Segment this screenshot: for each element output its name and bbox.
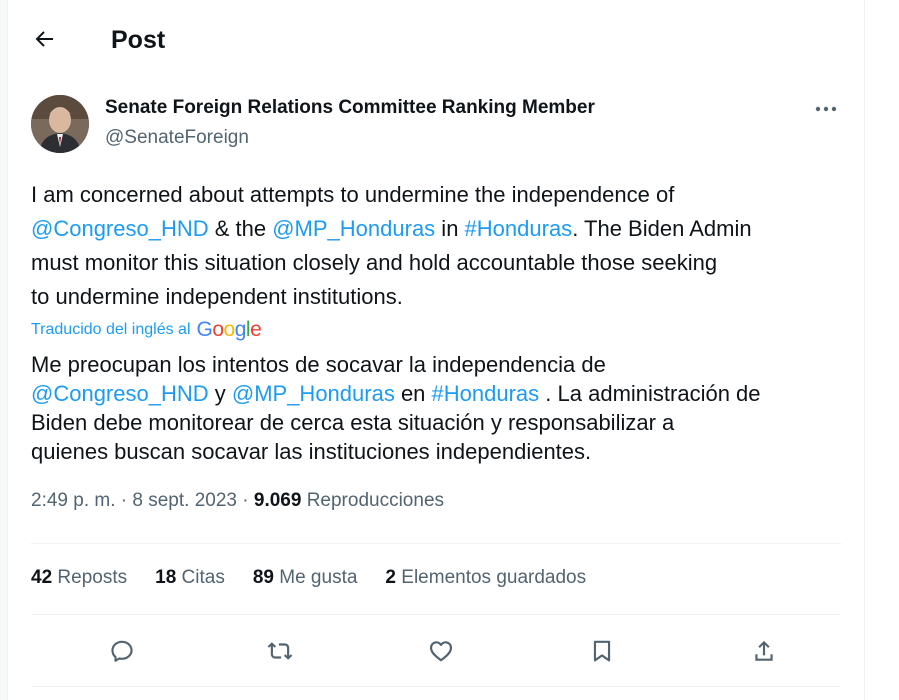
- translated-text-segment: . La administración de: [539, 381, 761, 406]
- tweet-line: @Congreso_HND & the @MP_Honduras in #Hon…: [31, 212, 841, 246]
- google-logo: Google: [196, 318, 262, 341]
- translated-text-segment: en: [394, 381, 432, 406]
- translated-text: Me preocupan los intentos de socavar la …: [31, 350, 841, 466]
- mention-link[interactable]: @MP_Honduras: [232, 381, 395, 406]
- bookmark-icon: [593, 640, 611, 662]
- tweet-text-segment: . The Biden Admin: [572, 216, 752, 241]
- post-time[interactable]: 2:49 p. m.: [31, 490, 116, 511]
- tweet-text: I am concerned about attempts to undermi…: [31, 178, 841, 314]
- back-arrow-icon: [35, 31, 53, 47]
- like-button[interactable]: [422, 632, 460, 670]
- tweet-text-segment: & the: [208, 216, 273, 241]
- reposts-label: Reposts: [52, 567, 128, 588]
- translated-line: quienes buscan socavar las instituciones…: [31, 437, 841, 466]
- mention-link[interactable]: @Congreso_HND: [31, 216, 209, 241]
- views-count: 9.069: [253, 490, 302, 511]
- meta-separator: ·: [115, 490, 133, 511]
- share-icon: [755, 640, 773, 661]
- likes-label: Me gusta: [273, 567, 358, 588]
- more-dots-icon: [815, 106, 837, 112]
- quotes-count: 18: [155, 567, 177, 588]
- repost-icon: [267, 642, 293, 660]
- likes-count: 89: [252, 567, 274, 588]
- share-button[interactable]: [745, 632, 783, 670]
- divider: [31, 686, 841, 687]
- bookmarks-label: Elementos guardados: [396, 567, 587, 588]
- reply-button[interactable]: [103, 632, 141, 670]
- translated-text-segment: quienes buscan socavar las instituciones…: [31, 439, 592, 464]
- divider: [31, 614, 841, 615]
- page-title: Post: [111, 26, 166, 54]
- translated-text-segment: Biden debe monitorear de cerca esta situ…: [31, 410, 675, 435]
- meta-separator: ·: [236, 490, 254, 511]
- avatar[interactable]: [31, 95, 89, 153]
- hashtag-link[interactable]: #Honduras: [432, 381, 540, 406]
- tweet-text-segment: to undermine independent institutions.: [31, 284, 403, 309]
- post-meta: 2:49 p. m. · 8 sept. 2023 · 9.069 Reprod…: [31, 490, 444, 512]
- divider: [31, 543, 841, 544]
- engagement-stats: 42 Reposts 18 Citas 89 Me gusta 2 Elemen…: [31, 567, 614, 589]
- likes-stat[interactable]: 89 Me gusta: [253, 567, 358, 589]
- back-button[interactable]: [25, 20, 63, 58]
- reposts-count: 42: [31, 567, 53, 588]
- tweet-line: to undermine independent institutions.: [31, 280, 841, 314]
- tweet-line: I am concerned about attempts to undermi…: [31, 178, 841, 212]
- mention-link[interactable]: @Congreso_HND: [31, 381, 209, 406]
- tweet-text-segment: I am concerned about attempts to undermi…: [31, 182, 675, 207]
- bookmarks-stat[interactable]: 2 Elementos guardados: [385, 567, 586, 589]
- more-options-button[interactable]: [806, 94, 846, 124]
- translated-line: Biden debe monitorear de cerca esta situ…: [31, 408, 841, 437]
- reply-icon: [111, 640, 133, 662]
- author-name[interactable]: Senate Foreign Relations Committee Ranki…: [105, 97, 595, 119]
- translated-line: Me preocupan los intentos de socavar la …: [31, 350, 841, 379]
- translated-text-segment: Me preocupan los intentos de socavar la …: [31, 352, 606, 377]
- tweet-text-segment: must monitor this situation closely and …: [31, 250, 718, 275]
- quotes-label: Citas: [176, 567, 225, 588]
- repost-button[interactable]: [261, 632, 299, 670]
- quotes-stat[interactable]: 18 Citas: [155, 567, 225, 589]
- header: Post: [8, 0, 864, 80]
- views-label: Reproducciones: [301, 490, 445, 511]
- reposts-stat[interactable]: 42 Reposts: [31, 567, 127, 589]
- translation-attribution[interactable]: Traducido del inglés al Google: [31, 318, 262, 342]
- heart-icon: [429, 641, 453, 662]
- bookmarks-count: 2: [385, 567, 396, 588]
- post-date[interactable]: 8 sept. 2023: [132, 490, 237, 511]
- left-edge: [0, 0, 7, 700]
- tweet-line: must monitor this situation closely and …: [31, 246, 841, 280]
- mention-link[interactable]: @MP_Honduras: [272, 216, 435, 241]
- tweet-text-segment: in: [435, 216, 465, 241]
- hashtag-link[interactable]: #Honduras: [465, 216, 573, 241]
- translated-line: @Congreso_HND y @MP_Honduras en #Hondura…: [31, 379, 841, 408]
- post-column: Post Senate Foreign Relations Committee …: [7, 0, 865, 700]
- avatar-image: [31, 95, 89, 153]
- author-handle[interactable]: @SenateForeign: [105, 127, 249, 149]
- bookmark-button[interactable]: [583, 632, 621, 670]
- translation-note: Traducido del inglés al: [31, 321, 191, 338]
- translated-text-segment: y: [208, 381, 232, 406]
- action-bar: [31, 628, 841, 674]
